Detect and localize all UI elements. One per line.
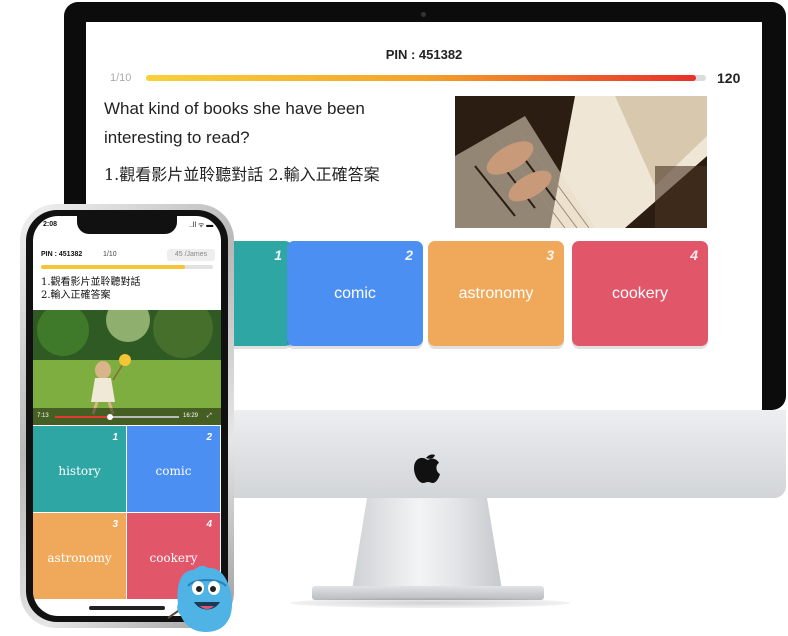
phone-answer-1-label: history <box>58 464 101 478</box>
answer-4-number: 4 <box>690 247 698 263</box>
video-elapsed-time: 7:13 <box>37 413 49 419</box>
phone-timer-fill <box>41 265 185 269</box>
phone-timer-bar <box>41 265 213 269</box>
game-pin: PIN : 451382 <box>385 47 463 62</box>
answer-3-label: astronomy <box>458 285 534 302</box>
piano-illustration <box>455 96 707 228</box>
answer-2-label: comic <box>334 285 376 302</box>
phone-answer-3[interactable]: 3 astronomy <box>33 513 126 599</box>
phone-game-pin: PIN : 451382 <box>41 251 83 258</box>
answer-1-number: 1 <box>274 247 282 263</box>
answer-4-card[interactable]: 4 cookery <box>572 241 708 346</box>
timer-progress-fill <box>146 75 696 81</box>
phone-answer-1-number: 1 <box>112 432 118 443</box>
instructions-text: 1.觀看影片並聆聽對話 2.輸入正確答案 <box>104 165 380 184</box>
phone-user-badge: 45 /James <box>167 249 215 261</box>
phone-instruction-line-1: 1.觀看影片並聆聽對話 <box>41 277 141 288</box>
apple-logo-icon <box>414 454 440 483</box>
phone-answer-2[interactable]: 2 comic <box>127 426 220 512</box>
piano-photo <box>455 96 707 228</box>
phone-answer-3-label: astronomy <box>47 551 112 565</box>
answer-2-card[interactable]: 2 comic <box>287 241 423 346</box>
home-indicator <box>89 606 165 610</box>
question-progress-label: 1/10 <box>110 72 132 84</box>
question-text: What kind of books she have been interes… <box>104 99 365 147</box>
phone-answer-3-number: 3 <box>112 519 118 530</box>
video-player[interactable]: 7:13 16:29 ⤢ <box>33 310 221 425</box>
phone-progress-label: 1/10 <box>103 251 117 258</box>
answer-4-label: cookery <box>611 285 669 302</box>
phone-instructions: 1.觀看影片並聆聽對話 2.輸入正確答案 <box>41 276 141 302</box>
mascot-character <box>167 565 232 632</box>
phone-instruction-line-2: 2.輸入正確答案 <box>41 290 111 301</box>
countdown-timer: 120 <box>717 70 741 86</box>
phone-notch <box>77 216 177 234</box>
video-seek-fill <box>55 416 109 418</box>
video-seek-handle[interactable] <box>107 414 113 420</box>
phone-answer-2-number: 2 <box>206 432 212 443</box>
phone-answer-4-number: 4 <box>206 519 212 530</box>
phone-clock: 2:08 <box>43 221 58 228</box>
answer-3-number: 3 <box>546 247 554 263</box>
stand-shadow <box>290 598 570 608</box>
answer-3-card[interactable]: 3 astronomy <box>428 241 564 346</box>
imac-stand <box>352 498 502 590</box>
answer-2-number: 2 <box>405 247 413 263</box>
phone-answer-2-label: comic <box>155 464 192 478</box>
video-seek-bar[interactable] <box>55 414 179 420</box>
phone-answer-1[interactable]: 1 history <box>33 426 126 512</box>
timer-progress-bar <box>146 75 706 81</box>
camera-dot <box>421 12 426 17</box>
fullscreen-icon[interactable]: ⤢ <box>207 413 212 420</box>
video-controls: 7:13 16:29 ⤢ <box>33 408 221 425</box>
video-total-time: 16:29 <box>183 413 199 419</box>
phone-status-icons: ..ll ᯤ ▬ <box>189 222 214 229</box>
